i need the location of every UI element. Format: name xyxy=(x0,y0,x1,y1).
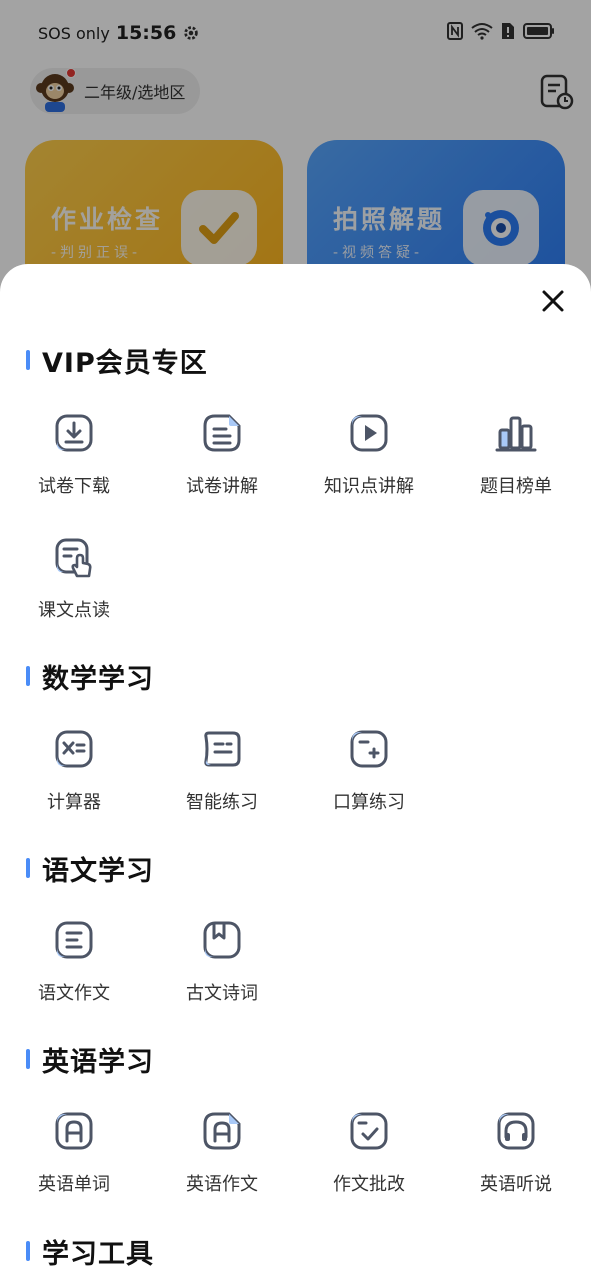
bar-chart-icon xyxy=(495,416,537,452)
section-accent-bar xyxy=(26,666,30,686)
section-title-study-tools: 学习工具 xyxy=(26,1233,154,1270)
tool-label: 知识点讲解 xyxy=(324,476,414,497)
video-play-icon xyxy=(350,414,388,452)
section-title-text: 英语学习 xyxy=(42,1046,154,1078)
tool-label: 英语听说 xyxy=(480,1174,552,1195)
tool-item-english-essay[interactable]: 英语作文 xyxy=(162,1102,282,1206)
tool-label: 古文诗词 xyxy=(186,983,258,1004)
tool-item-text-point-read[interactable]: 课文点读 xyxy=(14,528,134,632)
tool-item-mental-math[interactable]: 口算练习 xyxy=(309,720,429,824)
paper-explain-icon xyxy=(203,414,241,452)
section-title-text: VIP会员专区 xyxy=(42,347,208,379)
tool-label: 口算练习 xyxy=(333,792,405,813)
section-accent-bar xyxy=(26,1241,30,1261)
close-icon[interactable] xyxy=(538,286,568,316)
smart-practice-icon xyxy=(204,731,241,767)
section-title-chinese: 语文学习 xyxy=(26,850,154,887)
tool-label: 计算器 xyxy=(47,792,101,813)
bookmark-book-icon xyxy=(203,921,241,959)
section-accent-bar xyxy=(26,1049,30,1069)
section-accent-bar xyxy=(26,858,30,878)
tool-item-paper-download[interactable]: 试卷下载 xyxy=(14,404,134,508)
headphones-icon xyxy=(497,1112,535,1150)
section-title-math: 数学学习 xyxy=(26,658,154,695)
section-title-english: 英语学习 xyxy=(26,1041,154,1078)
tool-label: 试卷讲解 xyxy=(186,476,258,497)
tool-label: 英语单词 xyxy=(38,1174,110,1195)
section-title-text: 学习工具 xyxy=(42,1238,154,1270)
section-accent-bar xyxy=(26,350,30,370)
tool-item-knowledge-explain[interactable]: 知识点讲解 xyxy=(309,404,429,508)
tool-item-paper-explain[interactable]: 试卷讲解 xyxy=(162,404,282,508)
section-title-text: 数学学习 xyxy=(42,663,154,695)
point-read-icon xyxy=(55,538,92,578)
tool-item-smart-practice[interactable]: 智能练习 xyxy=(162,720,282,824)
calculator-icon xyxy=(55,730,93,768)
tool-item-english-listening[interactable]: 英语听说 xyxy=(456,1102,576,1206)
tool-label: 题目榜单 xyxy=(480,476,552,497)
tool-item-chinese-essay[interactable]: 语文作文 xyxy=(14,911,134,1015)
letter-a-icon xyxy=(55,1112,93,1150)
tool-label: 智能练习 xyxy=(186,792,258,813)
download-doc-icon xyxy=(55,414,93,452)
tool-item-classical-poetry[interactable]: 古文诗词 xyxy=(162,911,282,1015)
check-doc-icon xyxy=(350,1112,388,1150)
section-title-vip: VIP会员专区 xyxy=(26,342,208,379)
tool-label: 试卷下载 xyxy=(38,476,110,497)
tool-item-essay-correction[interactable]: 作文批改 xyxy=(309,1102,429,1206)
tool-item-question-ranking[interactable]: 题目榜单 xyxy=(456,404,576,508)
tool-label: 作文批改 xyxy=(333,1174,405,1195)
tool-label: 英语作文 xyxy=(186,1174,258,1195)
section-title-text: 语文学习 xyxy=(42,855,154,887)
letter-a-doc-icon xyxy=(203,1112,241,1150)
tool-label: 课文点读 xyxy=(38,600,110,621)
tool-label: 语文作文 xyxy=(38,983,110,1004)
essay-icon xyxy=(55,921,93,959)
tool-item-calculator[interactable]: 计算器 xyxy=(14,720,134,824)
mental-math-icon xyxy=(350,730,388,768)
tool-item-english-words[interactable]: 英语单词 xyxy=(14,1102,134,1206)
